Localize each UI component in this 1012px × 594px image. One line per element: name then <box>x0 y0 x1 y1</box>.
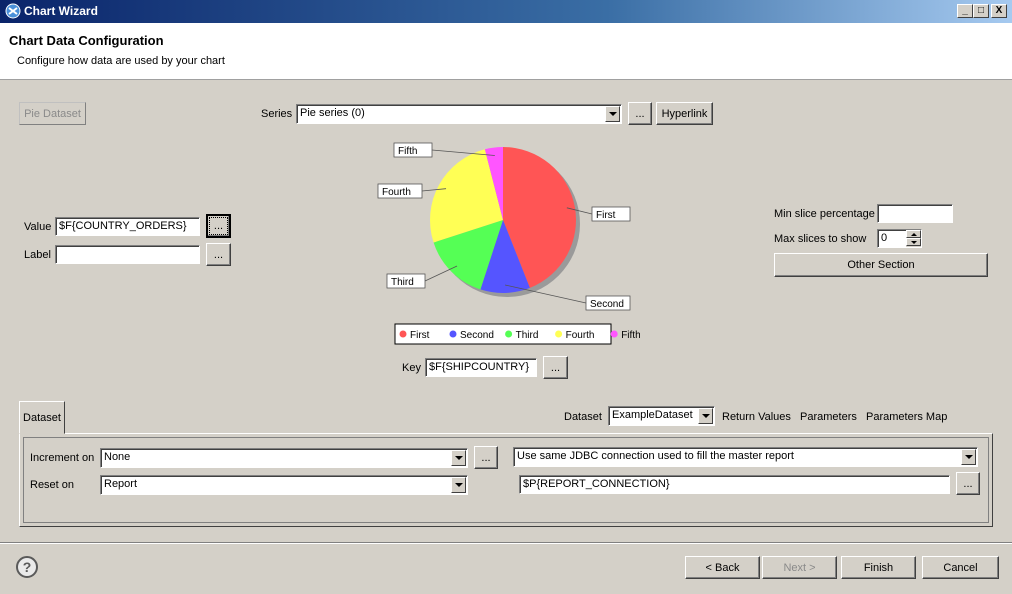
pie-label-fifth: Fifth <box>398 146 417 157</box>
reset-on-value: Report <box>104 478 138 490</box>
legend-swatch-fourth <box>555 330 563 338</box>
pie-legend: First Second Third Fourth Fifth <box>394 323 640 345</box>
page-title: Chart Data Configuration <box>9 33 164 48</box>
key-more-button[interactable]: ... <box>543 356 568 379</box>
label-label: Label <box>24 249 51 261</box>
pie-label-second: Second <box>590 299 624 310</box>
pie-label-third: Third <box>391 277 414 288</box>
legend-label-first: First <box>410 330 430 341</box>
other-section-button[interactable]: Other Section <box>774 253 988 277</box>
help-icon[interactable]: ? <box>16 556 38 578</box>
pie-label-fourth: Fourth <box>382 187 411 198</box>
pie-dataset-button[interactable]: Pie Dataset <box>19 102 86 125</box>
series-more-button[interactable]: ... <box>628 102 652 125</box>
series-select-value: Pie series (0) <box>300 107 365 119</box>
back-button[interactable]: < Back <box>685 556 760 579</box>
legend-label-second: Second <box>460 330 494 341</box>
hyperlink-button[interactable]: Hyperlink <box>656 102 713 125</box>
series-select[interactable]: Pie series (0) <box>296 104 622 124</box>
value-input[interactable]: $F{COUNTRY_ORDERS} <box>55 217 200 236</box>
key-label: Key <box>402 362 421 374</box>
connection-more-button[interactable]: ... <box>956 472 980 495</box>
connection-select[interactable]: Use same JDBC connection used to fill th… <box>513 447 978 467</box>
chevron-down-icon[interactable] <box>605 106 620 122</box>
connection-expression-input[interactable]: $P{REPORT_CONNECTION} <box>519 475 950 494</box>
label-more-button[interactable]: ... <box>206 243 231 266</box>
parameters-link[interactable]: Parameters <box>800 411 857 423</box>
increment-more-button[interactable]: ... <box>474 446 498 469</box>
increment-on-value: None <box>104 451 131 463</box>
cancel-button[interactable]: Cancel <box>922 556 999 579</box>
parameters-map-link[interactable]: Parameters Map <box>866 411 947 423</box>
pie-slices <box>430 147 576 293</box>
pie-label-first: First <box>596 210 616 221</box>
legend-label-fourth: Fourth <box>566 330 595 341</box>
wizard-header: Chart Data Configuration Configure how d… <box>0 23 1012 80</box>
reset-on-label: Reset on <box>30 479 75 491</box>
increment-on-select[interactable]: None <box>100 448 468 468</box>
dataset-label: Dataset <box>564 411 602 423</box>
close-button[interactable]: X <box>991 4 1007 18</box>
chevron-down-icon[interactable] <box>451 450 466 466</box>
page-description: Configure how data are used by your char… <box>17 55 225 67</box>
tab-dataset[interactable]: Dataset <box>19 401 65 434</box>
next-button[interactable]: Next > <box>762 556 837 579</box>
value-label: Value <box>24 221 52 233</box>
app-icon <box>5 3 21 19</box>
dataset-select-value: ExampleDataset <box>612 409 693 421</box>
legend-swatch-first <box>399 330 407 338</box>
legend-label-third: Third <box>516 330 539 341</box>
pie-leader-line <box>424 265 458 282</box>
max-slices-label: Max slices to show <box>774 233 867 245</box>
spinner-up-icon[interactable] <box>906 230 921 238</box>
window-title: Chart Wizard <box>24 4 98 18</box>
label-input[interactable] <box>55 245 200 264</box>
pie-chart: First Second Third Fourth Fifth First Second T… <box>377 142 640 345</box>
value-more-button[interactable]: ... <box>206 214 231 238</box>
footer-separator <box>0 542 1012 544</box>
spinner-down-icon[interactable] <box>906 238 921 246</box>
maximize-button[interactable]: □ <box>973 4 989 18</box>
chevron-down-icon[interactable] <box>698 408 713 424</box>
series-label: Series <box>261 108 293 120</box>
title-bar: Chart Wizard _ □ X <box>0 0 1012 23</box>
min-slice-input[interactable] <box>877 204 953 223</box>
key-input[interactable]: $F{SHIPCOUNTRY} <box>425 358 537 377</box>
chevron-down-icon[interactable] <box>451 477 466 493</box>
max-slices-spinner[interactable] <box>906 230 921 247</box>
connection-select-value: Use same JDBC connection used to fill th… <box>517 450 794 462</box>
legend-swatch-second <box>449 330 457 338</box>
chevron-down-icon[interactable] <box>961 449 976 465</box>
min-slice-label: Min slice percentage <box>774 208 875 220</box>
reset-on-select[interactable]: Report <box>100 475 468 495</box>
minimize-button[interactable]: _ <box>957 4 973 18</box>
legend-label-fifth: Fifth <box>621 330 640 341</box>
legend-swatch-third <box>505 330 513 338</box>
dataset-select[interactable]: ExampleDataset <box>608 406 715 426</box>
finish-button[interactable]: Finish <box>841 556 916 579</box>
increment-on-label: Increment on <box>30 452 95 464</box>
return-values-link[interactable]: Return Values <box>722 411 791 423</box>
legend-swatch-fifth <box>610 330 618 338</box>
